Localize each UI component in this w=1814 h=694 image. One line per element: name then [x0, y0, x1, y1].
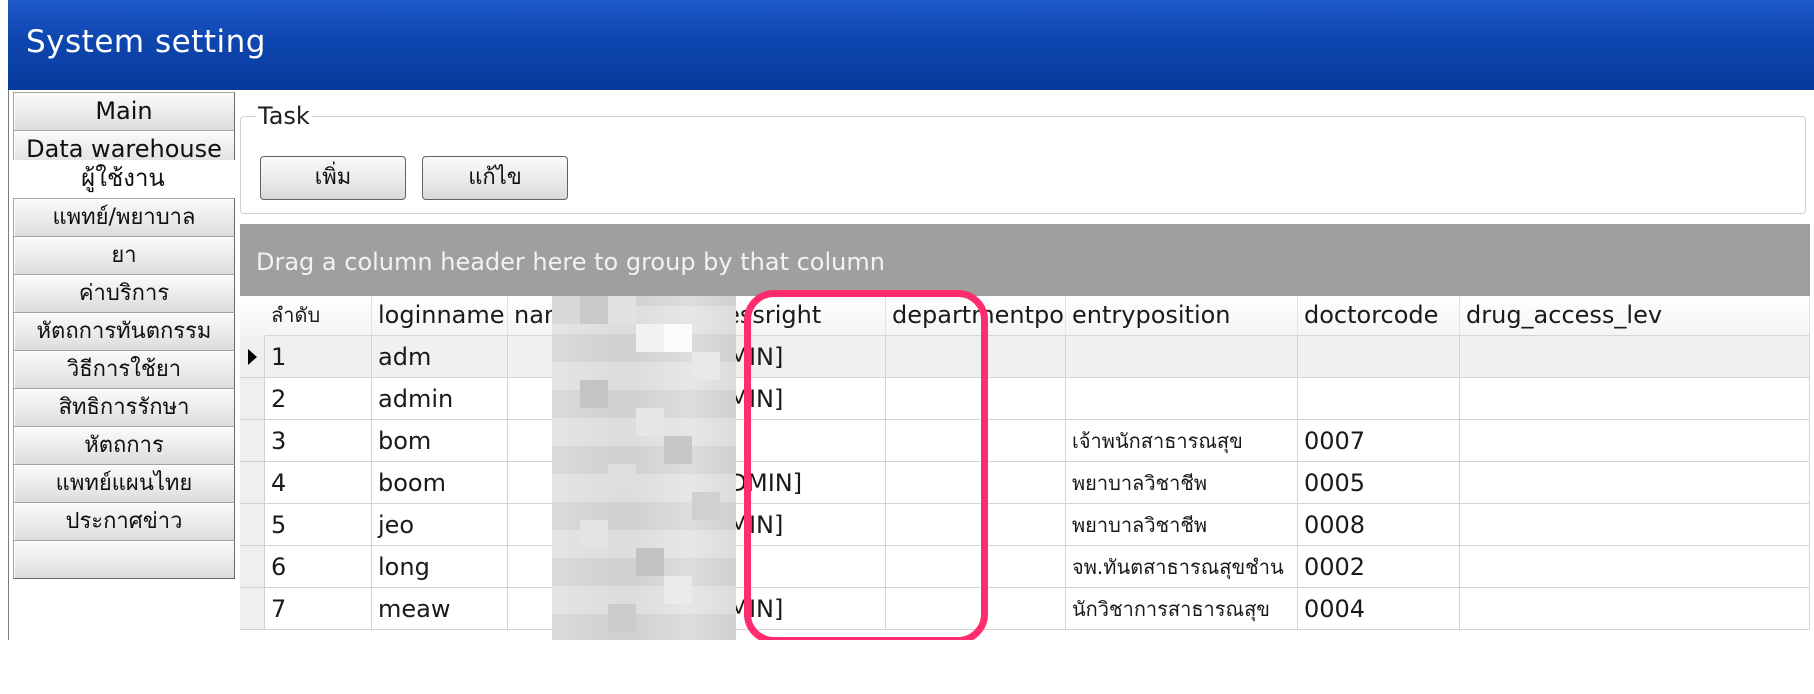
cell-no[interactable]: 3 [265, 420, 372, 462]
app-window: System setting Main Data warehouse ผู้ใช… [0, 0, 1814, 640]
cell-no[interactable]: 7 [265, 588, 372, 630]
edit-button[interactable]: แก้ไข [422, 156, 568, 200]
column-header-drug-access-level[interactable]: drug_access_lev [1460, 296, 1810, 336]
cell-drug-access-level[interactable] [1460, 504, 1810, 546]
table-row[interactable]: 1 adm [ADMIN] [240, 336, 1810, 378]
group-by-hint: Drag a column header here to group by th… [256, 248, 885, 276]
sidebar-item-dental-procedure[interactable]: หัตถการทันตกรรม [13, 312, 235, 351]
grid-header-row: ลำดับ loginname name accessright departm… [240, 296, 1810, 336]
cell-drug-access-level[interactable] [1460, 588, 1810, 630]
sidebar: Main Data warehouse ผู้ใช้งาน แพทย์/พยาบ… [8, 92, 236, 640]
cell-doctorcode[interactable] [1298, 336, 1460, 378]
column-header-departmentposition[interactable]: departmentpositi [886, 296, 1066, 336]
cell-departmentposition[interactable] [886, 546, 1066, 588]
group-by-panel[interactable]: Drag a column header here to group by th… [240, 224, 1810, 296]
cell-drug-access-level[interactable] [1460, 420, 1810, 462]
cell-entryposition[interactable] [1066, 336, 1298, 378]
cell-departmentposition[interactable] [886, 420, 1066, 462]
add-button[interactable]: เพิ่ม [260, 156, 406, 200]
cell-drug-access-level[interactable] [1460, 546, 1810, 588]
sidebar-item-more[interactable] [13, 540, 235, 579]
task-legend: Task [256, 102, 312, 130]
cell-loginname[interactable]: long [372, 546, 508, 588]
cell-loginname[interactable]: adm [372, 336, 508, 378]
cell-doctorcode[interactable]: 0008 [1298, 504, 1460, 546]
cell-loginname[interactable]: bom [372, 420, 508, 462]
cell-loginname[interactable]: admin [372, 378, 508, 420]
row-selector[interactable] [240, 336, 265, 378]
table-row[interactable]: 5 jeo [ADMIN] พยาบาลวิชาชีพ 0008 [240, 504, 1810, 546]
column-header-loginname[interactable]: loginname [372, 296, 508, 336]
cell-doctorcode[interactable]: 0005 [1298, 462, 1460, 504]
column-header-no[interactable]: ลำดับ [265, 296, 372, 336]
row-selector[interactable] [240, 504, 265, 546]
cell-doctorcode[interactable] [1298, 378, 1460, 420]
table-row[interactable]: 6 long จพ.ทันตสาธารณสุขชำน 0002 [240, 546, 1810, 588]
sidebar-item-service-charge[interactable]: ค่าบริการ [13, 274, 235, 313]
title-bar: System setting [8, 0, 1814, 90]
cell-departmentposition[interactable] [886, 462, 1066, 504]
table-row[interactable]: 2 admin [ADMIN] [240, 378, 1810, 420]
cell-drug-access-level[interactable] [1460, 462, 1810, 504]
sidebar-item-drug-usage[interactable]: วิธีการใช้ยา [13, 350, 235, 389]
sidebar-item-thai-traditional-medicine[interactable]: แพทย์แผนไทย [13, 464, 235, 503]
sidebar-item-main[interactable]: Main [13, 92, 235, 131]
cell-entryposition[interactable]: นักวิชาการสาธารณสุข [1066, 588, 1298, 630]
cell-drug-access-level[interactable] [1460, 336, 1810, 378]
sidebar-item-users[interactable]: ผู้ใช้งาน [10, 160, 236, 199]
cell-entryposition[interactable]: จพ.ทันตสาธารณสุขชำน [1066, 546, 1298, 588]
cell-entryposition[interactable]: พยาบาลวิชาชีพ [1066, 462, 1298, 504]
row-selector[interactable] [240, 378, 265, 420]
row-selector[interactable] [240, 420, 265, 462]
cell-drug-access-level[interactable] [1460, 378, 1810, 420]
cell-no[interactable]: 4 [265, 462, 372, 504]
cell-entryposition[interactable]: เจ้าพนักสาธารณสุข [1066, 420, 1298, 462]
sidebar-item-treatment-rights[interactable]: สิทธิการรักษา [13, 388, 235, 427]
cell-no[interactable]: 1 [265, 336, 372, 378]
row-selector[interactable] [240, 546, 265, 588]
current-row-arrow-icon [248, 349, 257, 365]
cell-doctorcode[interactable]: 0004 [1298, 588, 1460, 630]
column-header-entryposition[interactable]: entryposition [1066, 296, 1298, 336]
cell-loginname[interactable]: boom [372, 462, 508, 504]
cell-no[interactable]: 5 [265, 504, 372, 546]
cell-no[interactable]: 6 [265, 546, 372, 588]
cell-loginname[interactable]: jeo [372, 504, 508, 546]
users-grid[interactable]: ลำดับ loginname name accessright departm… [240, 296, 1810, 640]
cell-loginname[interactable]: meaw [372, 588, 508, 630]
window-title: System setting [26, 24, 266, 60]
blank-area [0, 640, 1814, 694]
column-header-doctorcode[interactable]: doctorcode [1298, 296, 1460, 336]
table-row[interactable]: 3 bom เจ้าพนักสาธารณสุข 0007 [240, 420, 1810, 462]
cell-departmentposition[interactable] [886, 588, 1066, 630]
cell-departmentposition[interactable] [886, 504, 1066, 546]
table-row[interactable]: 4 boom [][ADMIN] พยาบาลวิชาชีพ 0005 [240, 462, 1810, 504]
cell-no[interactable]: 2 [265, 378, 372, 420]
cell-entryposition[interactable] [1066, 378, 1298, 420]
sidebar-item-doctor-nurse[interactable]: แพทย์/พยาบาล [13, 198, 235, 237]
sidebar-item-drug[interactable]: ยา [13, 236, 235, 275]
redaction-mosaic [552, 296, 736, 640]
cell-departmentposition[interactable] [886, 378, 1066, 420]
row-selector[interactable] [240, 588, 265, 630]
cell-departmentposition[interactable] [886, 336, 1066, 378]
main-panel: Task เพิ่ม แก้ไข Drag a column header he… [236, 94, 1814, 640]
sidebar-item-procedure[interactable]: หัตถการ [13, 426, 235, 465]
cell-doctorcode[interactable]: 0007 [1298, 420, 1460, 462]
row-selector[interactable] [240, 462, 265, 504]
cell-doctorcode[interactable]: 0002 [1298, 546, 1460, 588]
cell-entryposition[interactable]: พยาบาลวิชาชีพ [1066, 504, 1298, 546]
sidebar-item-news[interactable]: ประกาศข่าว [13, 502, 235, 541]
table-row[interactable]: 7 meaw [ADMIN] นักวิชาการสาธารณสุข 0004 [240, 588, 1810, 630]
